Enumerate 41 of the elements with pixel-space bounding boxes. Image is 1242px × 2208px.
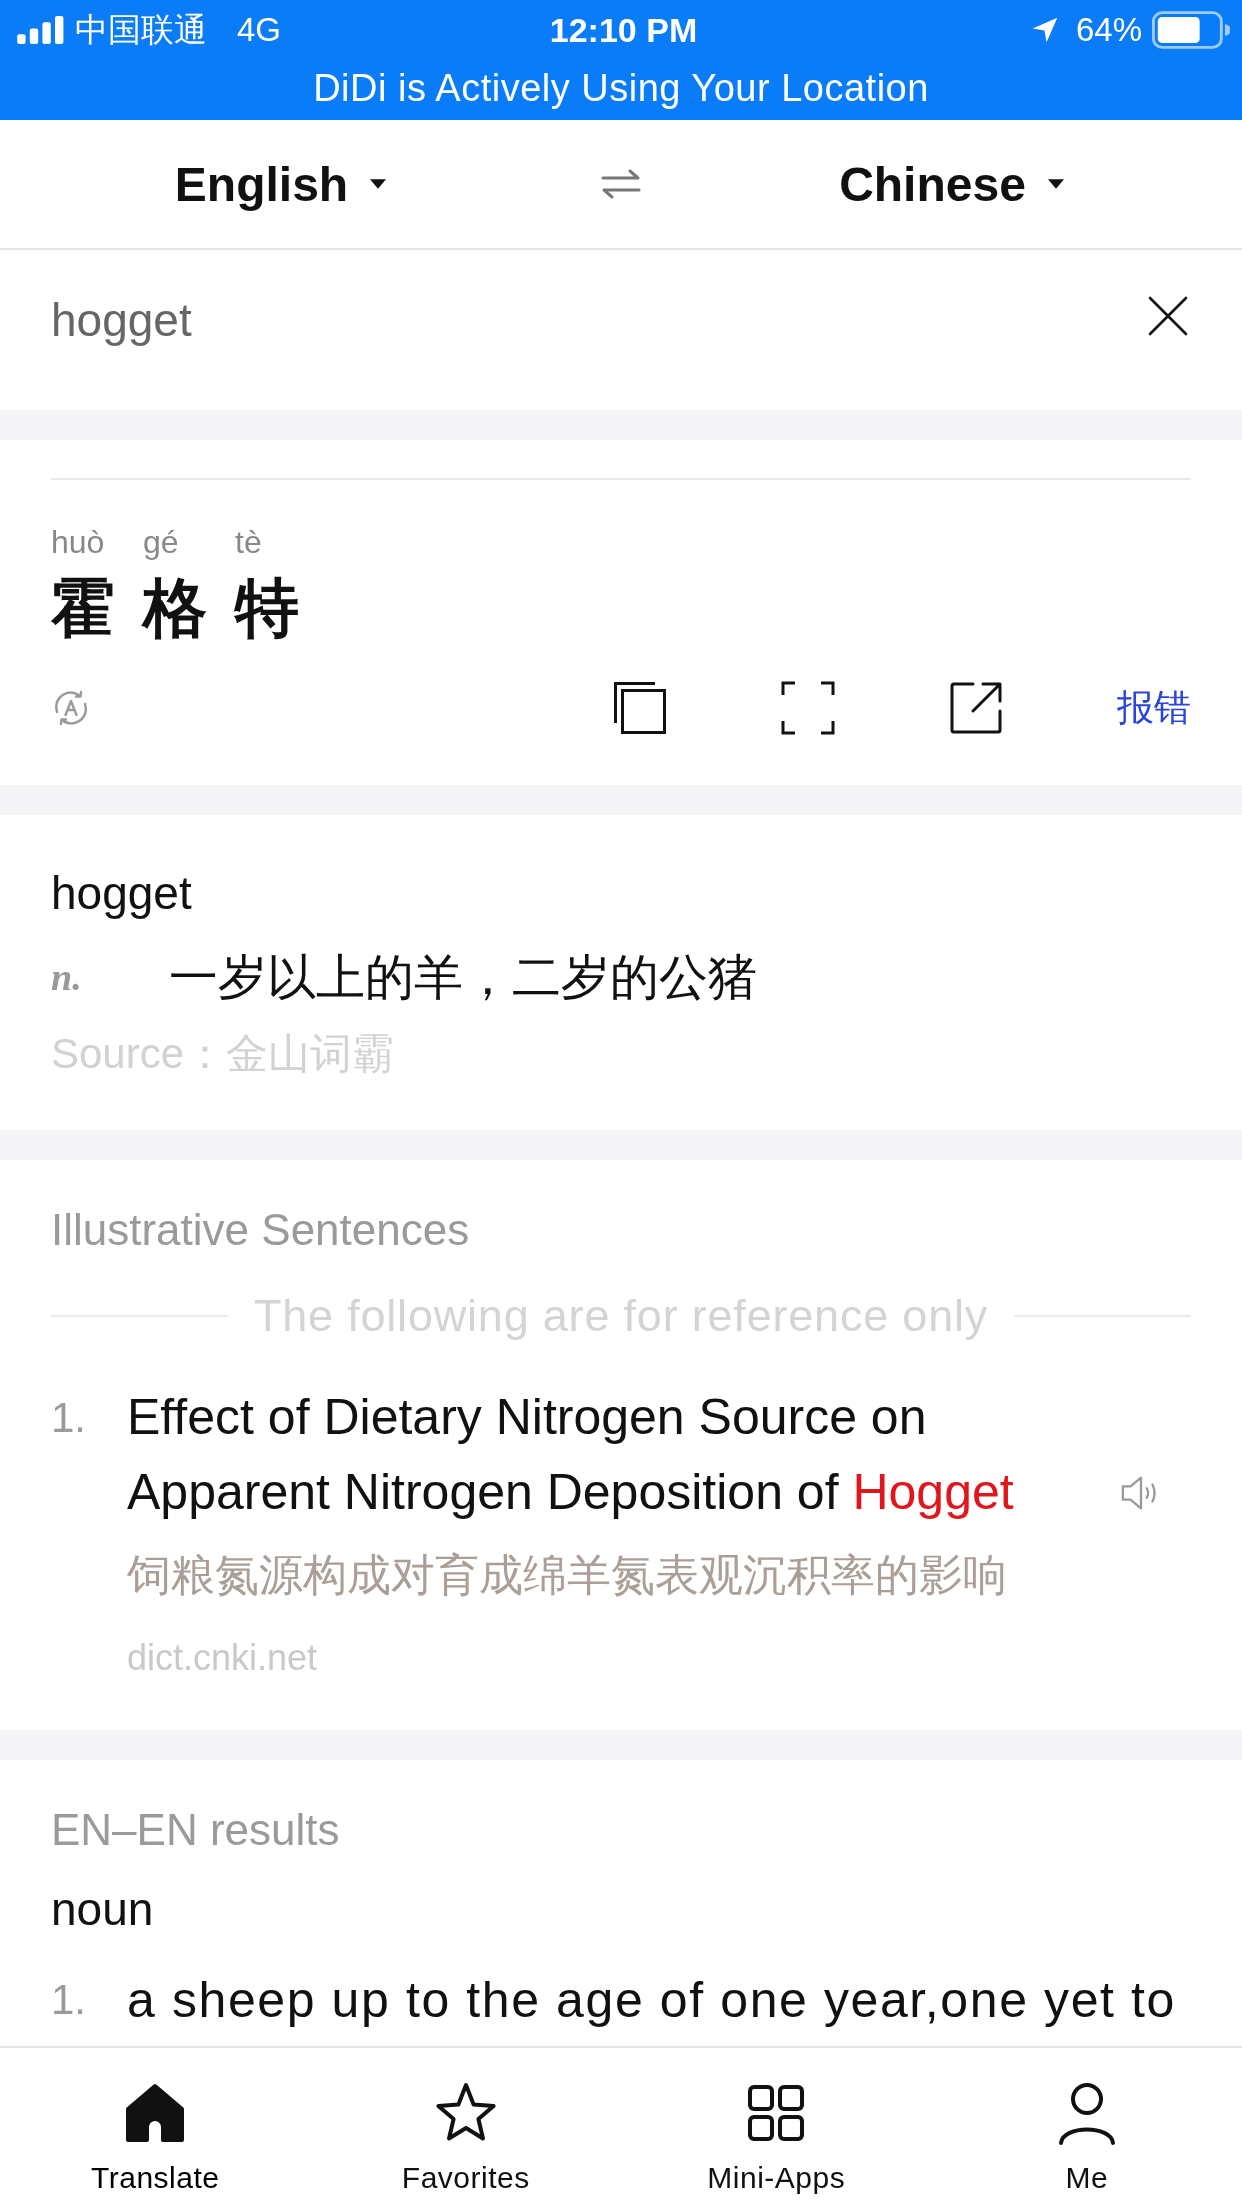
location-status-text: DiDi is Actively Using Your Location	[313, 66, 929, 111]
swap-icon[interactable]	[600, 168, 642, 200]
signal-icon	[17, 16, 65, 44]
section-title: Illustrative Sentences	[51, 1204, 470, 1256]
definition-text: a sheep up to the age of one year,one yet to	[127, 1971, 1176, 2030]
tab-bar-item[interactable]: Me	[1045, 2048, 1128, 2208]
input-field[interactable]: hogget	[51, 290, 1118, 370]
list-number: 1.	[51, 1393, 88, 1443]
carrier-name: 中国联通	[75, 9, 207, 50]
tab-bar-item[interactable]: Favorites	[393, 2048, 538, 2208]
section-title: EN–EN results	[51, 1804, 340, 1856]
report-error-link[interactable]: 报错	[1117, 683, 1191, 733]
fullscreen-icon[interactable]	[781, 681, 835, 735]
location-arrow-icon	[1031, 17, 1058, 43]
pinyin-text: tè	[235, 523, 262, 562]
letter-cycle-icon[interactable]	[52, 689, 90, 727]
part-of-speech: noun	[51, 1882, 154, 1937]
copy-icon[interactable]	[613, 681, 667, 735]
network-type: 4G	[237, 11, 282, 49]
chinese-character: 格	[143, 571, 207, 645]
target-language-button[interactable]: Chinese	[835, 148, 1068, 220]
battery-icon	[1152, 11, 1230, 49]
sentence-translation: 饲粮氮源构成对育成绵羊氮表观沉积率的影响	[127, 1549, 1007, 1601]
part-of-speech: n.	[51, 955, 83, 999]
source-language-button[interactable]: English	[170, 148, 391, 220]
share-icon[interactable]	[949, 681, 1003, 735]
tab-bar-item[interactable]: Mini-Apps	[699, 2048, 854, 2208]
battery-percent: 64%	[1075, 11, 1142, 49]
tab-bar-item[interactable]: Translate	[83, 2048, 228, 2208]
clock-time: 12:10 PM	[549, 10, 698, 50]
caret-icon	[370, 179, 387, 189]
chinese-character: 特	[235, 571, 299, 645]
headword-text: hogget	[51, 866, 192, 921]
example-sentence: Effect of Dietary Nitrogen Source on Apparent Nitrogen Deposition of Hogget	[127, 1388, 1015, 1522]
pinyin-text: gé	[143, 523, 179, 562]
chinese-character: 霍	[51, 571, 115, 645]
pinyin-text: huò	[51, 523, 105, 562]
list-number: 1.	[51, 1975, 88, 2025]
definition-text: 一岁以上的羊，二岁的公猪	[169, 949, 757, 1006]
caret-icon	[1047, 179, 1064, 189]
close-icon[interactable]	[1148, 296, 1188, 336]
